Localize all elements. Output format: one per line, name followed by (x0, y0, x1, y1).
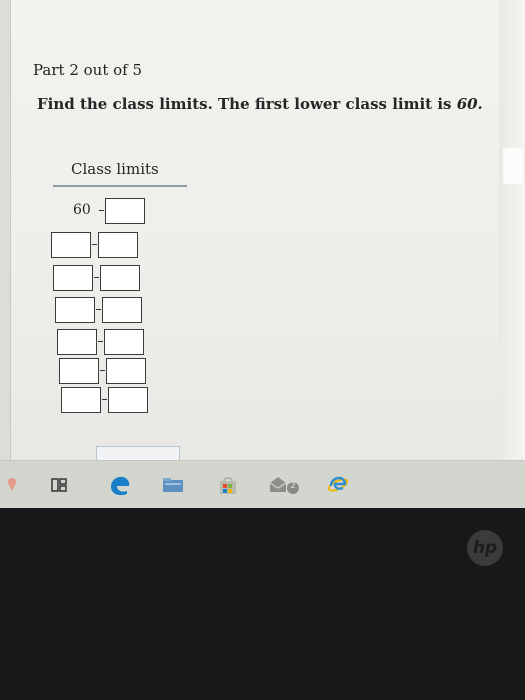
laptop-screen: Part 2 out of 5 Find the class limits. T… (0, 0, 525, 508)
right-panel-edge (499, 0, 525, 460)
class-row-2 (51, 232, 161, 258)
class-row-4 (55, 297, 165, 323)
range-dash (102, 399, 107, 400)
range-dash (98, 341, 103, 342)
hp-logo: hp (467, 530, 503, 566)
upper-limit-input-6[interactable] (106, 358, 146, 384)
mail-icon[interactable]: 2 (268, 473, 302, 497)
range-dash (99, 210, 104, 211)
first-lower-limit: 60 (73, 202, 91, 218)
range-dash (92, 244, 97, 245)
store-icon[interactable] (216, 473, 240, 497)
upper-limit-input-4[interactable] (102, 297, 142, 323)
range-dash (100, 370, 105, 371)
class-row-5 (57, 329, 167, 355)
submit-button-partial[interactable] (96, 446, 180, 461)
file-explorer-icon[interactable] (161, 473, 185, 497)
taskbar: 2 (0, 460, 525, 508)
question-statement: Find the class limits. The first lower c… (37, 95, 457, 113)
task-view-icon[interactable] (47, 473, 71, 497)
laptop-bezel: hp (0, 508, 525, 700)
upper-limit-input-7[interactable] (108, 387, 148, 413)
class-row-3 (53, 265, 163, 291)
header-rule (53, 185, 187, 187)
lower-limit-input-2[interactable] (51, 232, 91, 258)
lower-limit-input-6[interactable] (59, 358, 99, 384)
internet-explorer-icon[interactable] (325, 473, 351, 497)
upper-limit-input-5[interactable] (104, 329, 144, 355)
left-panel-edge (0, 0, 10, 460)
upper-limit-input-3[interactable] (100, 265, 140, 291)
mail-badge: 2 (290, 481, 296, 490)
class-row-7 (61, 387, 171, 413)
part-title: Part 2 out of 5 (33, 61, 143, 79)
upper-limit-input-2[interactable] (98, 232, 138, 258)
edge-icon[interactable] (105, 473, 135, 497)
range-dash (94, 277, 99, 278)
range-dash (96, 309, 101, 310)
lower-limit-input-3[interactable] (53, 265, 93, 291)
question-value: 60. (456, 95, 483, 113)
question-panel: Part 2 out of 5 Find the class limits. T… (10, 0, 499, 461)
class-row-6 (59, 358, 169, 384)
screen-glare (503, 148, 523, 184)
upper-limit-input-1[interactable] (105, 198, 145, 224)
class-row-1: 60 (73, 198, 173, 224)
class-limits-header: Class limits (71, 160, 159, 178)
search-icon[interactable] (0, 473, 24, 497)
question-text: Find the class limits. The first lower c… (37, 95, 483, 113)
lower-limit-input-5[interactable] (57, 329, 97, 355)
lower-limit-input-7[interactable] (61, 387, 101, 413)
lower-limit-input-4[interactable] (55, 297, 95, 323)
